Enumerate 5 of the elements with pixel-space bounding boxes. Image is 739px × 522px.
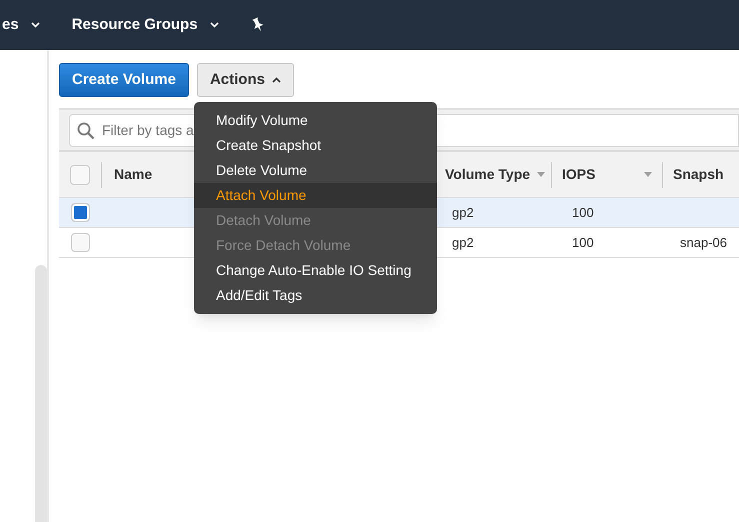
table-cell-text: 100 <box>572 234 595 252</box>
table-cell-text: snap-06 <box>680 234 727 252</box>
table-cell-text: 100 <box>572 204 595 222</box>
table-cell-text: gp2 <box>452 234 475 252</box>
table-cell-text: gp2 <box>452 204 475 222</box>
